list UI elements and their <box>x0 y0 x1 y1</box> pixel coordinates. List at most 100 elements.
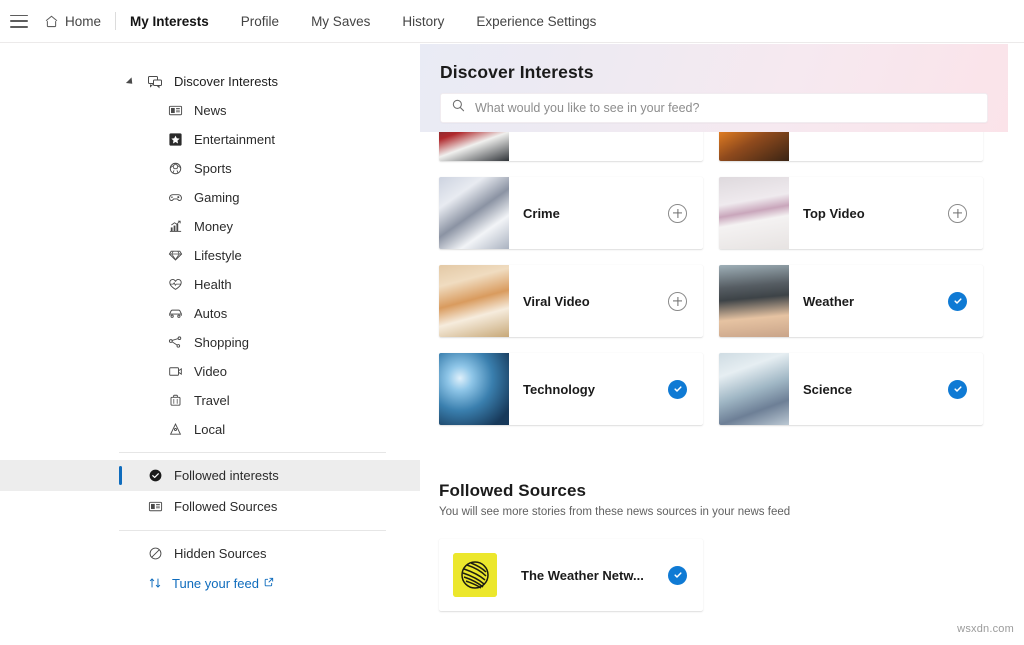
check-circle-icon[interactable] <box>948 291 967 311</box>
nav-tab-profile[interactable]: Profile <box>241 10 279 33</box>
interest-card-thumbnail <box>719 265 789 337</box>
sidebar-label-discover-interests: Discover Interests <box>174 74 279 89</box>
plus-circle-icon[interactable] <box>948 203 967 223</box>
star-icon <box>166 131 184 149</box>
home-icon <box>44 14 59 29</box>
sidebar-item-travel[interactable]: Travel <box>0 386 420 415</box>
gamepad-icon <box>166 189 184 207</box>
sidebar-label-autos: Autos <box>194 306 228 321</box>
sidebar-item-lifestyle[interactable]: Lifestyle <box>0 241 420 270</box>
sidebar-item-discover-interests[interactable]: Discover Interests <box>0 67 420 96</box>
nav-tab-history[interactable]: History <box>402 10 444 33</box>
interest-card-label: Crime <box>523 205 560 221</box>
news-sources-icon <box>146 498 164 516</box>
sidebar-label-travel: Travel <box>194 393 230 408</box>
sidebar-label-news: News <box>194 103 227 118</box>
sidebar-label-health: Health <box>194 277 232 292</box>
heart-icon <box>166 276 184 294</box>
sidebar-item-video[interactable]: Video <box>0 357 420 386</box>
sidebar-item-gaming[interactable]: Gaming <box>0 183 420 212</box>
sidebar-item-hidden-sources[interactable]: Hidden Sources <box>0 538 420 569</box>
page-root: Home My Interests Profile My Saves Histo… <box>0 0 1024 645</box>
watermark: wsxdn.com <box>957 623 1014 635</box>
discover-interests-panel: Discover Interests <box>420 44 1008 132</box>
interest-card-top-video[interactable]: Top Video <box>719 177 983 249</box>
nav-home[interactable]: Home <box>44 10 101 33</box>
discover-search-box[interactable] <box>440 93 988 123</box>
plus-circle-icon[interactable] <box>668 291 687 311</box>
sidebar-divider-1 <box>119 452 386 453</box>
chevron-expanded-icon[interactable] <box>125 76 136 87</box>
sidebar-label-tune-your-feed: Tune your feed <box>172 575 259 591</box>
interest-card-crime[interactable]: Crime <box>439 177 703 249</box>
sidebar-item-tune-your-feed[interactable]: Tune your feed <box>0 569 420 597</box>
check-circle-icon[interactable] <box>668 379 687 399</box>
car-icon <box>166 305 184 323</box>
search-input[interactable] <box>475 101 977 115</box>
sidebar-label-followed-interests: Followed interests <box>174 468 279 483</box>
nav-tab-experience-settings[interactable]: Experience Settings <box>476 10 596 33</box>
chart-up-icon <box>166 218 184 236</box>
plus-circle-icon[interactable] <box>668 203 687 223</box>
interest-card-thumbnail <box>439 265 509 337</box>
interest-card-technology[interactable]: Technology <box>439 353 703 425</box>
check-circle-icon[interactable] <box>668 565 687 585</box>
sidebar-label-entertainment: Entertainment <box>194 132 275 147</box>
interest-card-body: Viral Video <box>509 265 703 337</box>
sidebar-item-followed-interests[interactable]: Followed interests <box>0 460 420 491</box>
sidebar-label-lifestyle: Lifestyle <box>194 248 242 263</box>
interest-card-thumbnail <box>439 177 509 249</box>
diamond-icon <box>166 247 184 265</box>
nav-tab-my-interests[interactable]: My Interests <box>130 10 209 33</box>
interest-card-body: Weather <box>789 265 983 337</box>
interest-card-label: Viral Video <box>523 293 590 309</box>
interest-card-body: Crime <box>509 177 703 249</box>
sidebar-item-local[interactable]: Local <box>0 415 420 444</box>
search-icon <box>451 98 466 118</box>
sidebar-item-news[interactable]: News <box>0 96 420 125</box>
source-card-label: The Weather Netw... <box>521 567 644 583</box>
video-icon <box>166 363 184 381</box>
interest-cards-grid: Crime Top Video Viral Video Weather Tech… <box>420 89 1024 425</box>
interest-card-body: Science <box>789 353 983 425</box>
tag-share-icon <box>166 334 184 352</box>
sidebar-label-money: Money <box>194 219 234 234</box>
interest-card-thumbnail <box>719 353 789 425</box>
sidebar-item-money[interactable]: Money <box>0 212 420 241</box>
sidebar-item-health[interactable]: Health <box>0 270 420 299</box>
sidebar-item-sports[interactable]: Sports <box>0 154 420 183</box>
interest-card-weather[interactable]: Weather <box>719 265 983 337</box>
sidebar-item-followed-sources[interactable]: Followed Sources <box>0 491 420 522</box>
nav-divider <box>115 12 117 30</box>
ball-icon <box>166 160 184 178</box>
interest-card-body: Top Video <box>789 177 983 249</box>
external-link-icon <box>264 577 274 590</box>
news-icon <box>166 102 184 120</box>
source-card-the-weather-network[interactable]: The Weather Netw... <box>439 539 703 611</box>
followed-sources-title: Followed Sources <box>439 481 587 500</box>
nav-items: My Interests Profile My Saves History Ex… <box>130 10 596 33</box>
suitcase-icon <box>166 392 184 410</box>
sidebar: Discover Interests News Entertainment Sp… <box>0 43 420 645</box>
interest-card-viral-video[interactable]: Viral Video <box>439 265 703 337</box>
discover-interests-title: Discover Interests <box>440 62 594 82</box>
sidebar-divider-2 <box>119 530 386 531</box>
check-circle-icon[interactable] <box>948 379 967 399</box>
nav-home-label: Home <box>65 13 102 29</box>
block-circle-icon <box>146 545 164 563</box>
main-content: Crime Top Video Viral Video Weather Tech… <box>420 43 1024 645</box>
sidebar-item-shopping[interactable]: Shopping <box>0 328 420 357</box>
top-navigation-bar: Home My Interests Profile My Saves Histo… <box>0 0 1024 43</box>
nav-tab-my-saves[interactable]: My Saves <box>311 10 370 33</box>
sidebar-label-followed-sources: Followed Sources <box>174 499 278 514</box>
interest-card-label: Weather <box>803 293 855 309</box>
sidebar-label-video: Video <box>194 364 228 379</box>
check-circle-filled-icon <box>146 467 164 485</box>
sidebar-item-autos[interactable]: Autos <box>0 299 420 328</box>
hamburger-menu-icon[interactable] <box>10 14 28 28</box>
sidebar-label-hidden-sources: Hidden Sources <box>174 546 267 561</box>
followed-sources-section: Followed Sources You will see more stori… <box>420 481 1024 611</box>
interest-card-science[interactable]: Science <box>719 353 983 425</box>
interest-card-label: Technology <box>523 381 595 397</box>
sidebar-item-entertainment[interactable]: Entertainment <box>0 125 420 154</box>
